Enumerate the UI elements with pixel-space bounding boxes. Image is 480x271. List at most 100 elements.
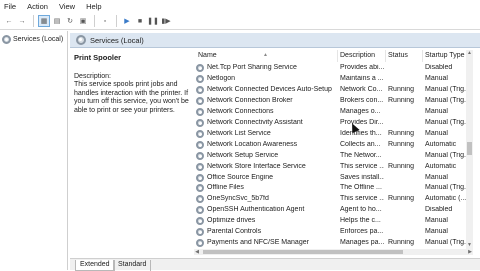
service-gear-icon	[196, 64, 204, 72]
menu-view[interactable]: View	[59, 2, 75, 11]
column-header-status[interactable]: Status	[388, 52, 408, 59]
service-name-cell: Parental Controls	[207, 228, 262, 236]
table-row[interactable]: Netlogon Maintains a ... Manual	[194, 74, 474, 85]
description-text: This service spools print jobs and handl…	[74, 81, 189, 114]
table-row[interactable]: Net.Tcp Port Sharing Service Provides abi…	[194, 63, 474, 74]
scrollbar-thumb[interactable]	[203, 250, 403, 254]
column-divider[interactable]	[422, 50, 423, 62]
service-detail-pane: Print Spooler Description: This service …	[74, 52, 192, 252]
service-description-cell: This service ...	[340, 162, 384, 170]
scroll-right-icon[interactable]: ▶	[467, 249, 473, 255]
service-name-cell: OneSyncSvc_5b7fd	[207, 195, 269, 203]
service-gear-icon	[196, 85, 204, 94]
column-divider[interactable]	[385, 50, 386, 62]
service-status-cell: Running	[388, 239, 415, 247]
column-header-startup-type[interactable]: Startup Type	[425, 52, 465, 59]
show-hide-console-tree-icon[interactable]: ▦	[38, 15, 50, 27]
pause-service-icon[interactable]: ❚❚	[147, 15, 159, 27]
view-tabs: Extended Standard	[70, 258, 480, 271]
service-name-cell: Payments and NFC/SE Manager	[207, 239, 309, 247]
table-row[interactable]: Network List Service Identifies th... Runn…	[194, 129, 474, 140]
help-icon[interactable]: ▫	[99, 15, 111, 27]
table-row[interactable]: OpenSSH Authentication Agent Agent to ho.…	[194, 205, 474, 216]
table-row[interactable]: OneSyncSvc_5b7fd This service ... Running A…	[194, 194, 474, 205]
description-label: Description:	[74, 73, 111, 80]
forward-icon[interactable]: →	[16, 15, 28, 27]
services-icon	[76, 35, 86, 45]
tab-standard[interactable]: Standard	[113, 260, 152, 271]
service-gear-icon	[196, 206, 204, 215]
service-gear-icon	[196, 162, 204, 171]
panel-title: Services (Local)	[90, 35, 144, 45]
toolbar-separator	[94, 15, 95, 27]
service-gear-icon	[196, 195, 204, 204]
service-name-cell: Netlogon	[207, 74, 236, 82]
scroll-down-icon[interactable]: ▼	[466, 242, 473, 249]
service-name-cell: Network Connections	[207, 107, 274, 115]
tree-item-label: Services (Local)	[13, 36, 64, 43]
table-row[interactable]: Network Connectivity Assistant Provides D…	[194, 118, 474, 129]
services-list: ▲ Name Description Status Startup Type N…	[194, 50, 480, 250]
service-gear-icon	[196, 118, 204, 127]
scroll-left-icon[interactable]: ◀	[194, 249, 200, 255]
service-description-cell: This service ...	[340, 195, 384, 203]
refresh-icon[interactable]: ↻	[64, 15, 76, 27]
stop-service-icon[interactable]: ■	[134, 15, 146, 27]
table-row[interactable]: Network Store Interface Service This serv…	[194, 162, 474, 173]
service-status-cell: Running	[388, 162, 415, 170]
menu-file[interactable]: File	[4, 2, 16, 11]
service-name-cell: Network List Service	[207, 129, 271, 137]
service-name-cell: Office Source Engine	[207, 173, 274, 181]
services-panel: Services (Local) Print Spooler Descripti…	[70, 31, 480, 270]
vertical-scrollbar[interactable]: ▲ ▼	[466, 50, 473, 249]
service-name-cell: Network Connection Broker	[207, 96, 293, 104]
service-gear-icon	[196, 184, 204, 193]
table-row[interactable]: Network Connected Devices Auto-Setup Netw…	[194, 85, 474, 96]
service-description-cell: Manages pa...	[340, 239, 384, 247]
services-icon	[2, 35, 11, 44]
service-name-cell: Optimize drives	[207, 217, 256, 225]
service-gear-icon	[196, 74, 204, 83]
restart-service-icon[interactable]: ▮▶	[160, 15, 172, 27]
tab-extended[interactable]: Extended	[75, 260, 115, 271]
column-header-description[interactable]: Description	[340, 52, 375, 59]
column-divider[interactable]	[337, 50, 338, 62]
table-row[interactable]: Network Connections Manages o... Manual	[194, 107, 474, 118]
table-row[interactable]: Network Connection Broker Brokers con... R…	[194, 96, 474, 107]
table-row[interactable]: Network Setup Service The Networ... Manual…	[194, 151, 474, 162]
table-row[interactable]: Payments and NFC/SE Manager Manages pa...…	[194, 238, 474, 249]
service-gear-icon	[196, 228, 204, 237]
table-row[interactable]: Network Location Awareness Collects an...…	[194, 140, 474, 151]
service-status-cell: Running	[388, 96, 415, 104]
column-header-name[interactable]: Name	[198, 52, 217, 59]
service-description-cell: Network Co...	[340, 85, 383, 93]
horizontal-scrollbar[interactable]: ◀ ▶	[194, 249, 473, 255]
menu-help[interactable]: Help	[86, 2, 101, 11]
service-description-cell: Brokers con...	[340, 96, 384, 104]
service-gear-icon	[196, 239, 204, 248]
service-name-cell: Net.Tcp Port Sharing Service	[207, 64, 297, 71]
start-service-icon[interactable]: ▶	[121, 15, 133, 27]
export-list-icon[interactable]: ▣	[77, 15, 89, 27]
service-description-cell: The Offline ...	[340, 184, 382, 192]
service-status-cell: Running	[388, 195, 415, 203]
scroll-up-icon[interactable]: ▲	[466, 50, 473, 57]
console-tree: Services (Local)	[0, 31, 68, 270]
toolbar: ← → ▦ ▤ ↻ ▣ ▫ ▶ ■ ❚❚ ▮▶	[0, 13, 480, 30]
table-row[interactable]: Optimize drives Helps the c... Manual	[194, 216, 474, 227]
table-row[interactable]: Offline Files The Offline ... Manual (Trig…	[194, 183, 474, 194]
service-name-cell: Network Location Awareness	[207, 140, 298, 148]
menu-bar: File Action View Help	[0, 0, 480, 13]
scrollbar-thumb[interactable]	[467, 142, 472, 155]
service-description-cell: Saves install...	[340, 173, 384, 181]
service-name-cell: Network Connected Devices Auto-Setup	[207, 85, 332, 93]
table-row[interactable]: Parental Controls Enforces pa... Manual	[194, 227, 474, 238]
properties-icon[interactable]: ▤	[51, 15, 63, 27]
table-row[interactable]: Office Source Engine Saves install... Manu…	[194, 173, 474, 184]
tree-item-services-local[interactable]: Services (Local)	[2, 34, 63, 45]
service-description-cell: Identifies th...	[340, 129, 382, 137]
back-icon[interactable]: ←	[3, 15, 15, 27]
service-description-cell: The Networ...	[340, 151, 382, 159]
service-name-cell: Network Store Interface Service	[207, 162, 306, 170]
menu-action[interactable]: Action	[27, 2, 48, 11]
